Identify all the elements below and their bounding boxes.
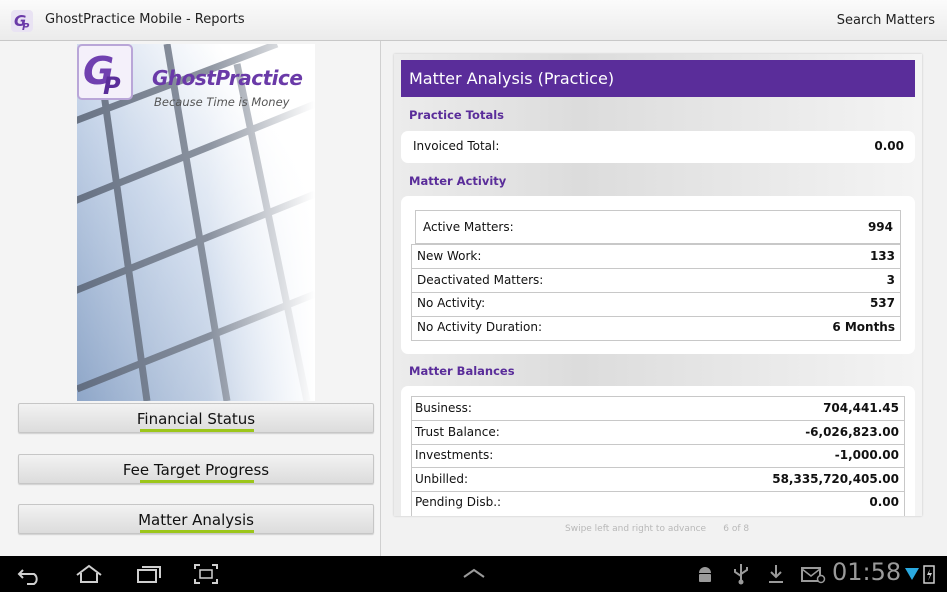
unbilled-row: Unbilled: 58,335,720,405.00 — [411, 468, 903, 491]
brand-tagline: Because Time is Money — [154, 95, 290, 109]
deactivated-matters-row: Deactivated Matters: 3 — [413, 269, 899, 292]
matter-activity-heading: Matter Activity — [409, 174, 507, 188]
app-title: GhostPractice Mobile - Reports — [45, 12, 245, 27]
swipe-hint: Swipe left and right to advance 6 of 8 — [565, 524, 749, 534]
report-pane[interactable]: Matter Analysis (Practice) Practice Tota… — [382, 41, 947, 556]
trust-balance-label: Trust Balance: — [415, 425, 500, 439]
swipe-hint-text: Swipe left and right to advance — [565, 524, 707, 534]
system-bar: 01:58 — [0, 556, 947, 592]
clock: 01:58 — [832, 558, 902, 586]
wifi-icon — [905, 568, 919, 580]
search-matters-button[interactable]: Search Matters — [837, 13, 935, 28]
back-icon[interactable] — [17, 562, 43, 586]
ghostpractice-banner-image: G P GhostPractice Because Time is Money — [77, 44, 315, 401]
no-activity-duration-row: No Activity Duration: 6 Months — [413, 316, 899, 339]
ghostpractice-app-icon[interactable]: G P — [10, 9, 34, 33]
button-underline — [140, 480, 254, 483]
chevron-up-icon[interactable] — [461, 562, 487, 586]
investments-value: -1,000.00 — [834, 448, 899, 462]
home-icon[interactable] — [74, 562, 104, 586]
report-header: Matter Analysis (Practice) — [401, 60, 915, 97]
gp-logo-icon: G P — [77, 44, 133, 100]
business-value: 704,441.45 — [823, 401, 899, 415]
button-underline — [140, 530, 254, 533]
practice-totals-panel: Invoiced Total: 0.00 — [401, 131, 915, 163]
active-matters-label: Active Matters: — [423, 220, 514, 234]
recent-apps-icon[interactable] — [136, 562, 162, 586]
investments-label: Investments: — [415, 448, 494, 462]
matter-analysis-button[interactable]: Matter Analysis — [18, 504, 374, 534]
deactivated-matters-value: 3 — [886, 273, 895, 287]
invoiced-total-value: 0.00 — [874, 139, 904, 153]
no-activity-duration-value: 6 Months — [832, 320, 895, 334]
no-activity-row: No Activity: 537 — [413, 292, 899, 315]
new-work-label: New Work: — [417, 249, 482, 263]
new-work-row: New Work: 133 — [413, 245, 899, 268]
new-work-value: 133 — [869, 249, 895, 263]
financial-status-label: Financial Status — [136, 410, 256, 428]
invoiced-total-label: Invoiced Total: — [413, 139, 500, 153]
fee-target-progress-label: Fee Target Progress — [122, 461, 270, 479]
button-underline — [140, 429, 254, 432]
email-icon — [801, 567, 826, 584]
no-activity-label: No Activity: — [417, 296, 486, 310]
svg-text:P: P — [103, 72, 121, 100]
active-matters-value: 994 — [867, 220, 893, 234]
battery-icon — [923, 565, 935, 584]
invoiced-total-row: Invoiced Total: 0.00 — [409, 135, 908, 158]
financial-status-button[interactable]: Financial Status — [18, 403, 374, 433]
download-icon — [769, 565, 783, 583]
deactivated-matters-label: Deactivated Matters: — [417, 273, 544, 287]
unbilled-label: Unbilled: — [415, 472, 469, 486]
matter-analysis-label: Matter Analysis — [138, 511, 254, 529]
business-row: Business: 704,441.45 — [411, 397, 903, 420]
active-matters-row: Active Matters: 994 — [419, 216, 897, 239]
investments-row: Investments: -1,000.00 — [411, 444, 903, 467]
android-debug-icon — [699, 567, 711, 582]
business-label: Business: — [415, 401, 472, 415]
pending-disb-row: Pending Disb.: 0.00 — [411, 491, 903, 514]
matter-balances-panel: Business: 704,441.45 Trust Balance: -6,0… — [401, 386, 915, 516]
no-activity-value: 537 — [869, 296, 895, 310]
trust-balance-row: Trust Balance: -6,026,823.00 — [411, 421, 903, 444]
fee-target-progress-button[interactable]: Fee Target Progress — [18, 454, 374, 484]
report-title: Matter Analysis (Practice) — [409, 69, 615, 88]
trust-balance-value: -6,026,823.00 — [805, 425, 899, 439]
pending-disb-label: Pending Disb.: — [415, 495, 502, 509]
unbilled-value: 58,335,720,405.00 — [772, 472, 899, 486]
no-activity-duration-label: No Activity Duration: — [417, 320, 542, 334]
svg-text:P: P — [22, 22, 30, 33]
screenshot-icon[interactable] — [193, 562, 219, 586]
pending-disb-value: 0.00 — [869, 495, 899, 509]
report-card: Matter Analysis (Practice) Practice Tota… — [394, 54, 922, 516]
practice-totals-heading: Practice Totals — [409, 108, 504, 122]
left-navigation-pane: G P GhostPractice Because Time is Money … — [0, 41, 381, 556]
matter-balances-heading: Matter Balances — [409, 364, 515, 378]
brand-name: GhostPractice — [152, 66, 303, 90]
action-bar: G P GhostPractice Mobile - Reports Searc… — [0, 0, 947, 41]
matter-activity-panel: Active Matters: 994 New Work: 133 Deacti… — [401, 196, 915, 354]
usb-icon — [734, 564, 748, 585]
page-indicator: 6 of 8 — [723, 524, 750, 534]
